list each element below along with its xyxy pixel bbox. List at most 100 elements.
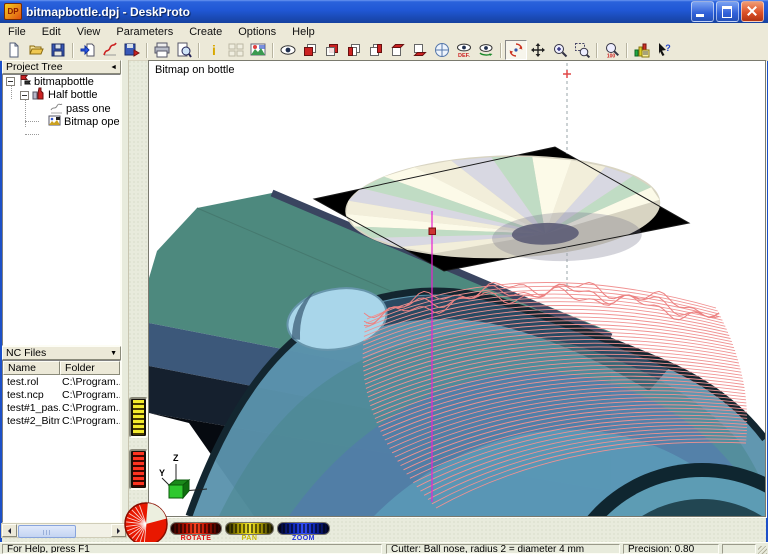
menu-edit[interactable]: Edit <box>34 25 69 39</box>
collapse-box-icon[interactable] <box>6 77 15 87</box>
view-bottom-icon[interactable] <box>409 40 431 60</box>
zoom-window-tool-icon[interactable] <box>571 40 593 60</box>
status-extra-pane <box>722 544 756 554</box>
tree-item-label: Half bottle <box>48 89 98 102</box>
menu-view[interactable]: View <box>69 25 109 39</box>
scroll-left-button[interactable] <box>2 524 17 537</box>
part-bottle-icon <box>32 87 45 103</box>
nc-file-folder: C:\Program... <box>62 401 120 414</box>
rotate-pie-gauge[interactable] <box>122 500 170 548</box>
app-logo-icon: DP <box>4 3 22 20</box>
rotate-gauge[interactable] <box>170 522 222 535</box>
info-icon[interactable]: i <box>203 40 225 60</box>
new-document-icon[interactable] <box>3 40 25 60</box>
menu-options[interactable]: Options <box>230 25 284 39</box>
restore-button[interactable] <box>716 1 739 22</box>
view-left-icon[interactable] <box>343 40 365 60</box>
svg-text:100: 100 <box>607 54 616 59</box>
status-precision-text: Precision: 0.80 <box>623 544 719 554</box>
tree-item-bitmap-operation[interactable]: Bitmap operation <box>3 114 120 130</box>
rotate-tool-icon[interactable] <box>505 40 527 60</box>
four-viewports-icon[interactable] <box>225 40 247 60</box>
menu-parameters[interactable]: Parameters <box>108 25 181 39</box>
svg-text:?: ? <box>665 43 671 53</box>
nc-file-name: test#2_Bitm... <box>7 414 60 427</box>
nc-files-list: Name Folder test.rol C:\Program... test.… <box>2 360 121 523</box>
open-project-icon[interactable] <box>25 40 47 60</box>
save-project-icon[interactable] <box>47 40 69 60</box>
nc-files-header[interactable]: NC Files ▼ <box>2 346 121 360</box>
bitmap-view-icon[interactable] <box>247 40 269 60</box>
zoom-gauge[interactable] <box>277 522 330 535</box>
red-level-gauge[interactable] <box>129 449 148 490</box>
calculate-toolpath-icon[interactable] <box>99 40 121 60</box>
expand-panel-icon[interactable]: ▼ <box>110 350 117 357</box>
window-title: bitmapbottle.dpj - DeskProto <box>26 4 191 19</box>
nc-file-folder: C:\Program... <box>62 375 120 388</box>
print-preview-icon[interactable] <box>173 40 195 60</box>
menu-help[interactable]: Help <box>284 25 323 39</box>
rotate-view-icon[interactable] <box>475 40 497 60</box>
panel-splitter[interactable] <box>121 60 129 523</box>
bitmap-operation-icon <box>48 114 61 130</box>
left-panel-hscrollbar[interactable] <box>1 523 127 538</box>
shaded-view-icon[interactable] <box>277 40 299 60</box>
menu-create[interactable]: Create <box>181 25 230 39</box>
view-front-icon[interactable] <box>299 40 321 60</box>
nc-file-row[interactable]: test.rol C:\Program... <box>3 375 120 388</box>
menu-file[interactable]: File <box>0 25 34 39</box>
tree-item-label: bitmapbottle <box>34 75 94 88</box>
zoom-in-tool-icon[interactable] <box>549 40 571 60</box>
close-button[interactable] <box>741 1 764 22</box>
axis-y-label: Y <box>159 468 165 478</box>
print-icon[interactable] <box>151 40 173 60</box>
project-tree-title: Project Tree <box>6 61 63 73</box>
collapse-panel-icon[interactable]: ◄ <box>110 64 117 71</box>
pan-tool-icon[interactable] <box>527 40 549 60</box>
viewport-label: Bitmap on bottle <box>155 64 235 76</box>
nc-file-row[interactable]: test.ncp C:\Program... <box>3 388 120 401</box>
tree-item-bitmapbottle[interactable]: bitmapbottle <box>3 75 120 89</box>
context-help-icon[interactable]: ? <box>653 40 675 60</box>
resize-grip-icon[interactable] <box>758 546 767 554</box>
project-tree-header[interactable]: Project Tree ◄ <box>2 60 121 74</box>
view-back-icon[interactable] <box>321 40 343 60</box>
perspective-view-icon[interactable] <box>431 40 453 60</box>
status-help-text: For Help, press F1 <box>2 544 382 554</box>
pan-gauge[interactable] <box>225 522 274 535</box>
collapse-box-icon[interactable] <box>20 90 29 100</box>
tree-item-pass-one[interactable]: pass one <box>3 102 120 116</box>
nc-file-row[interactable]: test#2_Bitm... C:\Program... <box>3 414 120 427</box>
toolbar: i DEF. 100 ? <box>0 40 768 61</box>
minimize-icon <box>696 14 704 17</box>
scroll-left-icon <box>5 527 11 534</box>
column-header-folder[interactable]: Folder <box>60 361 120 375</box>
menu-bar: File Edit View Parameters Create Options… <box>0 23 768 41</box>
default-view-icon[interactable]: DEF. <box>453 40 475 60</box>
title-bar[interactable]: DP bitmapbottle.dpj - DeskProto <box>0 0 768 23</box>
yellow-level-gauge[interactable] <box>129 397 148 438</box>
column-header-name[interactable]: Name <box>3 361 61 375</box>
restore-icon <box>722 6 732 18</box>
nc-file-name: test.rol <box>7 375 39 388</box>
nc-file-folder: C:\Program... <box>62 414 120 427</box>
nc-file-row[interactable]: test#1_pas... C:\Program... <box>3 401 120 414</box>
scroll-thumb[interactable] <box>18 525 76 538</box>
tree-item-label: pass one <box>66 102 111 115</box>
scene-3d: Z Y <box>149 63 765 516</box>
svg-text:i: i <box>212 42 216 58</box>
viewport-3d[interactable]: Bitmap on bottle Z Y <box>148 60 766 517</box>
minimize-button[interactable] <box>691 1 714 22</box>
project-tree: bitmapbottle Half bottle pass one Bitmap… <box>2 74 121 346</box>
view-right-icon[interactable] <box>365 40 387 60</box>
tool-tip-marker <box>428 227 436 235</box>
zoom-100-icon[interactable]: 100 <box>601 40 623 60</box>
project-flag-icon <box>18 75 31 90</box>
machining-estimate-icon[interactable] <box>631 40 653 60</box>
view-top-icon[interactable] <box>387 40 409 60</box>
nc-file-folder: C:\Program... <box>62 388 120 401</box>
tree-item-label: Bitmap operation <box>64 116 120 129</box>
nc-files-title: NC Files <box>6 347 47 359</box>
write-nc-file-icon[interactable] <box>121 40 143 60</box>
load-geometry-icon[interactable] <box>77 40 99 60</box>
